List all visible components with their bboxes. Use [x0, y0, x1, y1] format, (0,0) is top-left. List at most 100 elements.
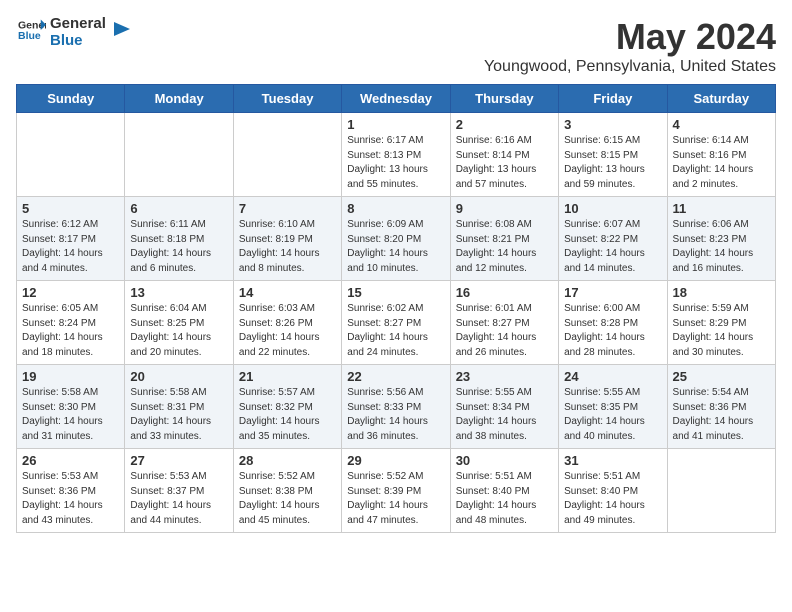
day-info: Sunrise: 5:57 AM Sunset: 8:32 PM Dayligh… [239, 386, 336, 444]
calendar-cell: 13Sunrise: 6:04 AM Sunset: 8:25 PM Dayli… [125, 281, 233, 365]
day-info: Sunrise: 6:17 AM Sunset: 8:13 PM Dayligh… [347, 134, 444, 192]
day-info: Sunrise: 5:51 AM Sunset: 8:40 PM Dayligh… [564, 470, 661, 528]
day-info: Sunrise: 6:10 AM Sunset: 8:19 PM Dayligh… [239, 218, 336, 276]
calendar-cell: 11Sunrise: 6:06 AM Sunset: 8:23 PM Dayli… [667, 197, 775, 281]
day-info: Sunrise: 6:03 AM Sunset: 8:26 PM Dayligh… [239, 302, 336, 360]
day-number: 13 [130, 285, 227, 300]
logo-arrow-icon [108, 18, 130, 40]
day-number: 20 [130, 369, 227, 384]
calendar-cell: 7 Sunrise: 6:10 AM Sunset: 8:19 PM Daylig… [233, 197, 341, 281]
calendar-header-friday: Friday [559, 85, 667, 113]
day-number: 12 [22, 285, 119, 300]
day-info: Sunrise: 5:56 AM Sunset: 8:33 PM Dayligh… [347, 386, 444, 444]
calendar-cell: 10 Sunrise: 6:07 AM Sunset: 8:22 PM Dayli… [559, 197, 667, 281]
calendar-cell: 3 Sunrise: 6:15 AM Sunset: 8:15 PM Daylig… [559, 113, 667, 197]
day-info: Sunrise: 6:11 AM Sunset: 8:18 PM Dayligh… [130, 218, 227, 276]
calendar-cell: 21 Sunrise: 5:57 AM Sunset: 8:32 PM Dayli… [233, 365, 341, 449]
day-number: 8 [347, 201, 444, 216]
calendar-cell: 15 Sunrise: 6:02 AM Sunset: 8:27 PM Dayli… [342, 281, 450, 365]
calendar-cell: 24Sunrise: 5:55 AM Sunset: 8:35 PM Dayli… [559, 365, 667, 449]
month-title: May 2024 [484, 16, 776, 58]
calendar-cell: 9 Sunrise: 6:08 AM Sunset: 8:21 PM Daylig… [450, 197, 558, 281]
day-info: Sunrise: 5:51 AM Sunset: 8:40 PM Dayligh… [456, 470, 553, 528]
day-number: 4 [673, 117, 770, 132]
calendar-cell: 19 Sunrise: 5:58 AM Sunset: 8:30 PM Dayli… [17, 365, 125, 449]
calendar-cell: 5 Sunrise: 6:12 AM Sunset: 8:17 PM Daylig… [17, 197, 125, 281]
day-info: Sunrise: 5:52 AM Sunset: 8:38 PM Dayligh… [239, 470, 336, 528]
day-number: 5 [22, 201, 119, 216]
day-number: 21 [239, 369, 336, 384]
day-info: Sunrise: 5:53 AM Sunset: 8:36 PM Dayligh… [22, 470, 119, 528]
day-number: 26 [22, 453, 119, 468]
day-number: 17 [564, 285, 661, 300]
calendar-week-row: 1 Sunrise: 6:17 AM Sunset: 8:13 PM Daylig… [17, 113, 776, 197]
calendar-cell: 12 Sunrise: 6:05 AM Sunset: 8:24 PM Dayli… [17, 281, 125, 365]
calendar-header-wednesday: Wednesday [342, 85, 450, 113]
day-info: Sunrise: 5:59 AM Sunset: 8:29 PM Dayligh… [673, 302, 770, 360]
day-number: 3 [564, 117, 661, 132]
calendar-week-row: 26 Sunrise: 5:53 AM Sunset: 8:36 PM Dayli… [17, 449, 776, 533]
calendar-cell [125, 113, 233, 197]
day-info: Sunrise: 6:02 AM Sunset: 8:27 PM Dayligh… [347, 302, 444, 360]
day-number: 24 [564, 369, 661, 384]
calendar-cell: 22 Sunrise: 5:56 AM Sunset: 8:33 PM Dayli… [342, 365, 450, 449]
calendar-cell: 1 Sunrise: 6:17 AM Sunset: 8:13 PM Daylig… [342, 113, 450, 197]
calendar-cell: 23 Sunrise: 5:55 AM Sunset: 8:34 PM Dayli… [450, 365, 558, 449]
calendar-header-sunday: Sunday [17, 85, 125, 113]
calendar-cell: 30 Sunrise: 5:51 AM Sunset: 8:40 PM Dayli… [450, 449, 558, 533]
day-info: Sunrise: 6:09 AM Sunset: 8:20 PM Dayligh… [347, 218, 444, 276]
day-number: 16 [456, 285, 553, 300]
calendar-header-saturday: Saturday [667, 85, 775, 113]
day-number: 1 [347, 117, 444, 132]
calendar-cell: 8 Sunrise: 6:09 AM Sunset: 8:20 PM Daylig… [342, 197, 450, 281]
day-info: Sunrise: 6:14 AM Sunset: 8:16 PM Dayligh… [673, 134, 770, 192]
day-info: Sunrise: 5:58 AM Sunset: 8:31 PM Dayligh… [130, 386, 227, 444]
calendar-cell [233, 113, 341, 197]
day-info: Sunrise: 5:58 AM Sunset: 8:30 PM Dayligh… [22, 386, 119, 444]
day-number: 29 [347, 453, 444, 468]
calendar-cell [17, 113, 125, 197]
day-info: Sunrise: 6:15 AM Sunset: 8:15 PM Dayligh… [564, 134, 661, 192]
day-info: Sunrise: 6:08 AM Sunset: 8:21 PM Dayligh… [456, 218, 553, 276]
calendar-cell: 20 Sunrise: 5:58 AM Sunset: 8:31 PM Dayli… [125, 365, 233, 449]
calendar-cell: 31 Sunrise: 5:51 AM Sunset: 8:40 PM Dayli… [559, 449, 667, 533]
calendar-cell: 27Sunrise: 5:53 AM Sunset: 8:37 PM Dayli… [125, 449, 233, 533]
day-number: 9 [456, 201, 553, 216]
calendar-cell: 29Sunrise: 5:52 AM Sunset: 8:39 PM Dayli… [342, 449, 450, 533]
calendar-cell: 2Sunrise: 6:16 AM Sunset: 8:14 PM Daylig… [450, 113, 558, 197]
calendar-cell: 14Sunrise: 6:03 AM Sunset: 8:26 PM Dayli… [233, 281, 341, 365]
day-number: 15 [347, 285, 444, 300]
logo: General Blue General Blue [16, 16, 130, 49]
day-number: 6 [130, 201, 227, 216]
day-info: Sunrise: 6:01 AM Sunset: 8:27 PM Dayligh… [456, 302, 553, 360]
day-info: Sunrise: 5:53 AM Sunset: 8:37 PM Dayligh… [130, 470, 227, 528]
day-number: 28 [239, 453, 336, 468]
day-info: Sunrise: 6:16 AM Sunset: 8:14 PM Dayligh… [456, 134, 553, 192]
logo-general: General [50, 16, 106, 33]
day-info: Sunrise: 6:12 AM Sunset: 8:17 PM Dayligh… [22, 218, 119, 276]
calendar-week-row: 19 Sunrise: 5:58 AM Sunset: 8:30 PM Dayli… [17, 365, 776, 449]
calendar-cell: 16 Sunrise: 6:01 AM Sunset: 8:27 PM Dayli… [450, 281, 558, 365]
day-number: 7 [239, 201, 336, 216]
day-number: 25 [673, 369, 770, 384]
calendar-cell: 17 Sunrise: 6:00 AM Sunset: 8:28 PM Dayli… [559, 281, 667, 365]
calendar-cell: 28 Sunrise: 5:52 AM Sunset: 8:38 PM Dayli… [233, 449, 341, 533]
day-number: 18 [673, 285, 770, 300]
calendar-header-monday: Monday [125, 85, 233, 113]
day-number: 23 [456, 369, 553, 384]
day-number: 10 [564, 201, 661, 216]
day-number: 11 [673, 201, 770, 216]
day-number: 30 [456, 453, 553, 468]
calendar-header-thursday: Thursday [450, 85, 558, 113]
location: Youngwood, Pennsylvania, United States [484, 58, 776, 76]
day-info: Sunrise: 6:00 AM Sunset: 8:28 PM Dayligh… [564, 302, 661, 360]
day-number: 31 [564, 453, 661, 468]
day-info: Sunrise: 6:05 AM Sunset: 8:24 PM Dayligh… [22, 302, 119, 360]
calendar-cell [667, 449, 775, 533]
day-number: 19 [22, 369, 119, 384]
day-info: Sunrise: 5:55 AM Sunset: 8:34 PM Dayligh… [456, 386, 553, 444]
calendar-cell: 26 Sunrise: 5:53 AM Sunset: 8:36 PM Dayli… [17, 449, 125, 533]
day-info: Sunrise: 6:07 AM Sunset: 8:22 PM Dayligh… [564, 218, 661, 276]
title-block: May 2024 Youngwood, Pennsylvania, United… [484, 16, 776, 76]
day-number: 22 [347, 369, 444, 384]
